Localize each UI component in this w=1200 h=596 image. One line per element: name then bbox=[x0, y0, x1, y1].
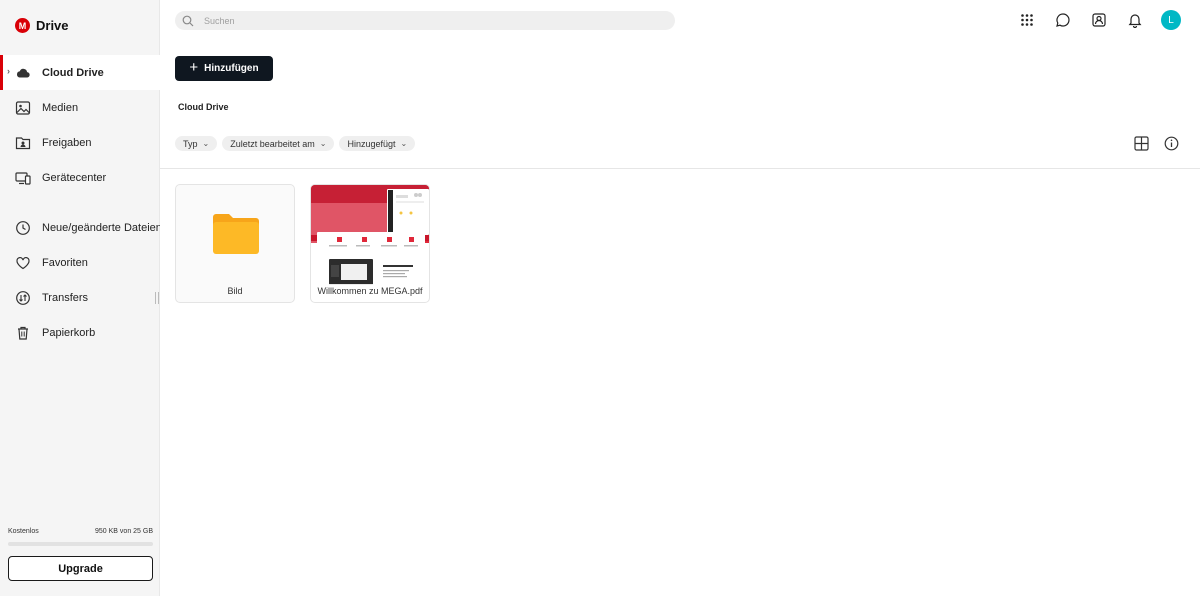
chevron-down-icon: ⌄ bbox=[202, 139, 210, 148]
filter-label: Typ bbox=[183, 138, 198, 149]
sidebar-item-label: Medien bbox=[42, 101, 79, 114]
chevron-right-icon[interactable]: › bbox=[7, 66, 10, 76]
mega-logo-icon: M bbox=[15, 18, 30, 33]
sidebar: M Drive › Cloud Drive Medien Freigaben G… bbox=[0, 0, 160, 596]
sidebar-item-geraetecenter[interactable]: Gerätecenter bbox=[0, 160, 160, 195]
sidebar-item-label: Favoriten bbox=[42, 256, 88, 269]
plus-icon: + bbox=[189, 59, 199, 76]
search-input[interactable] bbox=[204, 15, 624, 26]
item-name: Bild bbox=[227, 286, 243, 296]
item-name: Willkommen zu MEGA.pdf bbox=[311, 284, 429, 298]
folder-icon bbox=[213, 214, 259, 254]
chat-icon[interactable] bbox=[1053, 10, 1073, 30]
filter-bar: Typ ⌄ Zuletzt bearbeitet am ⌄ Hinzugefüg… bbox=[175, 136, 416, 151]
storage-usage: 950 KB von 25 GB bbox=[95, 528, 153, 535]
content-divider bbox=[160, 168, 1200, 169]
sidebar-item-label: Gerätecenter bbox=[42, 171, 107, 184]
brand[interactable]: M Drive bbox=[15, 18, 69, 33]
search-icon bbox=[182, 15, 194, 26]
storage-plan: Kostenlos bbox=[8, 528, 39, 535]
filter-type[interactable]: Typ ⌄ bbox=[175, 136, 218, 151]
add-button-label: Hinzufügen bbox=[204, 63, 259, 74]
filter-added[interactable]: Hinzugefügt ⌄ bbox=[339, 136, 416, 151]
sidebar-item-label: Transfers bbox=[42, 291, 89, 304]
storage-info: Kostenlos 950 KB von 25 GB bbox=[8, 528, 153, 535]
storage-progress-bar bbox=[8, 542, 153, 546]
devices-icon bbox=[15, 171, 31, 185]
image-icon bbox=[15, 100, 31, 115]
bell-icon[interactable] bbox=[1125, 10, 1145, 30]
upgrade-button[interactable]: Upgrade bbox=[8, 556, 153, 581]
sidebar-nav: › Cloud Drive Medien Freigaben Gerätecen… bbox=[0, 55, 160, 350]
sidebar-item-transfers[interactable]: Transfers bbox=[0, 280, 160, 315]
sidebar-item-label: Papierkorb bbox=[42, 326, 96, 339]
filter-label: Hinzugefügt bbox=[347, 138, 396, 149]
filter-label: Zuletzt bearbeitet am bbox=[230, 138, 315, 149]
sidebar-item-favoriten[interactable]: Favoriten bbox=[0, 245, 160, 280]
info-icon[interactable] bbox=[1164, 136, 1179, 151]
breadcrumb[interactable]: Cloud Drive bbox=[178, 102, 229, 112]
sidebar-item-label: Neue/geänderte Dateien bbox=[42, 221, 160, 234]
avatar[interactable]: L bbox=[1161, 10, 1181, 30]
sidebar-item-label: Freigaben bbox=[42, 136, 92, 149]
sidebar-item-papierkorb[interactable]: Papierkorb bbox=[0, 315, 160, 350]
sidebar-item-medien[interactable]: Medien bbox=[0, 90, 160, 125]
add-button[interactable]: + Hinzufügen bbox=[175, 56, 273, 81]
chevron-down-icon: ⌄ bbox=[400, 139, 408, 148]
cloud-icon bbox=[16, 68, 30, 78]
search-bar[interactable] bbox=[175, 11, 675, 30]
sidebar-item-recent[interactable]: Neue/geänderte Dateien bbox=[0, 210, 160, 245]
transfer-icon bbox=[16, 290, 30, 305]
chevron-down-icon: ⌄ bbox=[319, 139, 327, 148]
sidebar-item-freigaben[interactable]: Freigaben bbox=[0, 125, 160, 160]
pdf-thumbnail bbox=[311, 185, 429, 288]
grid-view-icon[interactable] bbox=[1134, 136, 1149, 151]
contacts-icon[interactable] bbox=[1089, 10, 1109, 30]
filter-last-modified[interactable]: Zuletzt bearbeitet am ⌄ bbox=[222, 136, 335, 151]
sidebar-item-cloud-drive[interactable]: › Cloud Drive bbox=[0, 55, 160, 90]
folder-item[interactable]: Bild bbox=[175, 184, 295, 303]
trash-icon bbox=[18, 326, 28, 340]
apps-grid-icon[interactable] bbox=[1017, 10, 1037, 30]
file-item[interactable]: Willkommen zu MEGA.pdf bbox=[310, 184, 430, 303]
heart-icon bbox=[16, 256, 30, 269]
sidebar-item-label: Cloud Drive bbox=[42, 66, 104, 79]
shared-folder-icon bbox=[15, 136, 31, 149]
view-controls bbox=[1134, 136, 1179, 151]
header-actions: L bbox=[1017, 10, 1181, 30]
app-title: Drive bbox=[36, 18, 69, 33]
sidebar-resize-handle[interactable] bbox=[155, 292, 159, 304]
clock-icon bbox=[16, 220, 30, 235]
